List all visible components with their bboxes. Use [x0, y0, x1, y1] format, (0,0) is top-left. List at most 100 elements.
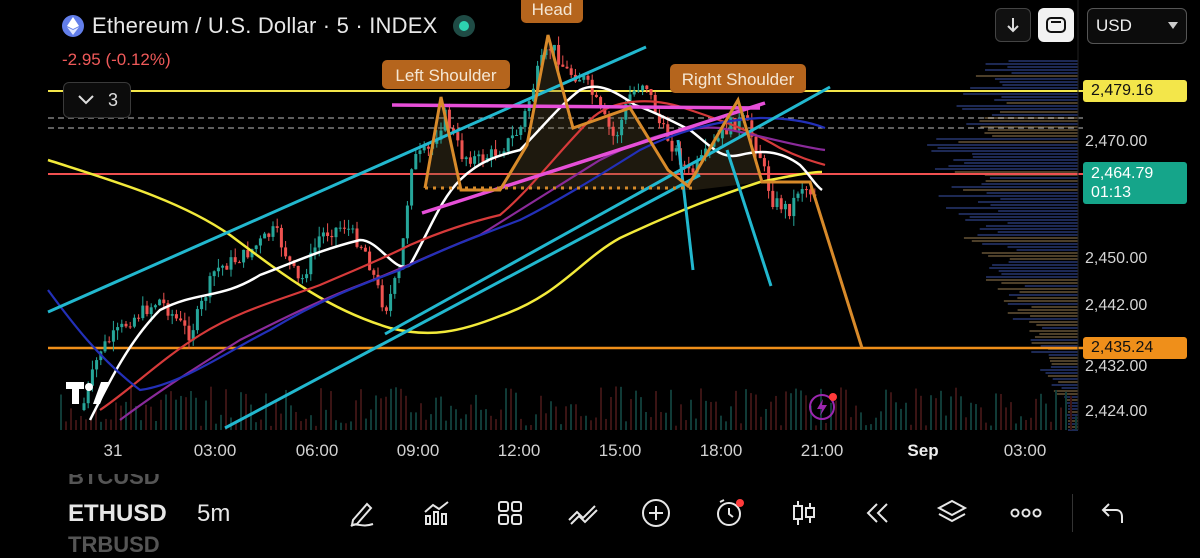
right-shoulder-tag[interactable]: Right Shoulder: [670, 64, 806, 93]
candle-body: [162, 299, 166, 304]
volume-bar: [645, 412, 647, 430]
volume-bar: [260, 419, 262, 430]
volume-profile-row: [1007, 246, 1078, 248]
currency-value: USD: [1096, 16, 1132, 35]
volume-bar: [835, 400, 837, 430]
volume-profile-row: [999, 111, 1078, 113]
bar-countdown: 01:13: [1091, 184, 1132, 201]
volume-profile-row: [927, 144, 1078, 146]
volume-bar: [815, 425, 817, 430]
volume-bar: [295, 411, 297, 430]
volume-bar: [290, 405, 292, 430]
alert-bolt-icon[interactable]: [809, 393, 837, 420]
candle-body: [565, 66, 569, 69]
chart-area[interactable]: Left Shoulder Head Right Shoulder Ethere…: [0, 0, 1200, 470]
volume-bar: [215, 423, 217, 430]
candle-body: [158, 299, 162, 306]
candle-body: [569, 68, 573, 75]
timeframe-button[interactable]: 5m: [197, 500, 230, 528]
candle-body: [523, 111, 527, 127]
svg-text:Right Shoulder: Right Shoulder: [682, 70, 795, 89]
volume-bar: [160, 399, 162, 430]
volume-bar: [745, 389, 747, 430]
volume-bar: [875, 417, 877, 430]
volume-bar: [1030, 417, 1032, 430]
volume-bar: [805, 395, 807, 430]
volume-bar: [1060, 407, 1062, 430]
volume-bar: [1055, 390, 1057, 430]
candle-body: [275, 226, 279, 228]
layouts-icon[interactable]: [492, 495, 528, 531]
drawings-icon[interactable]: [565, 495, 601, 531]
volume-profile-row: [1067, 414, 1078, 416]
volume-bar: [910, 424, 912, 430]
price-chart[interactable]: Left Shoulder Head Right Shoulder: [0, 0, 1200, 470]
volume-bar: [775, 395, 777, 430]
last-price-badge: 2,464.79 01:13: [1083, 162, 1187, 204]
volume-profile-row: [972, 153, 1078, 155]
volume-bar: [1065, 391, 1067, 430]
time-tick: 18:00: [699, 441, 743, 460]
volume-profile-row: [1058, 381, 1078, 383]
volume-profile-row: [1053, 390, 1078, 392]
undo-icon[interactable]: [1095, 495, 1131, 531]
volume-bar: [895, 402, 897, 430]
volume-bar: [75, 420, 77, 430]
add-icon[interactable]: [638, 495, 674, 531]
candle-body: [82, 403, 86, 410]
volume-profile-row: [1068, 411, 1078, 413]
scroll-down-button[interactable]: [995, 8, 1031, 42]
replay-icon[interactable]: [860, 495, 896, 531]
volume-profile-row: [1016, 249, 1078, 251]
volume-profile-row: [979, 120, 1078, 122]
symbol-list-next[interactable]: TRBUSD: [68, 532, 160, 558]
candle-body: [183, 320, 187, 326]
volume-bar: [400, 388, 402, 430]
chevron-down-icon: [1168, 22, 1178, 29]
head-tag[interactable]: Head: [521, 0, 583, 23]
indicators-toggle[interactable]: 3: [63, 82, 131, 118]
symbol-legend[interactable]: Ethereum / U.S. Dollar · 5 · INDEX: [62, 12, 476, 40]
breakdown-line-1[interactable]: [676, 139, 695, 271]
volume-bar: [1075, 416, 1077, 430]
layers-icon[interactable]: [934, 495, 970, 531]
volume-bar: [270, 425, 272, 430]
left-shoulder-tag[interactable]: Left Shoulder: [382, 60, 510, 89]
svg-text:Left Shoulder: Left Shoulder: [395, 66, 496, 85]
volume-bar: [190, 391, 192, 430]
volume-bar: [460, 418, 462, 430]
candle-body: [594, 94, 598, 98]
volume-bar: [760, 416, 762, 430]
candle-body: [137, 317, 141, 319]
volume-bar: [905, 402, 907, 430]
candle-body: [775, 198, 779, 207]
candle-body: [519, 126, 523, 135]
neckline-top[interactable]: [391, 103, 761, 110]
volume-bar: [675, 425, 677, 430]
candle-body: [187, 325, 191, 341]
candles-icon[interactable]: [786, 495, 822, 531]
volume-bar: [210, 386, 212, 430]
symbol-button[interactable]: ETHUSD: [68, 500, 167, 528]
volume-profile-row: [962, 108, 1078, 110]
alert-icon[interactable]: [712, 495, 748, 531]
volume-profile-row: [946, 207, 1078, 209]
more-icon[interactable]: [1008, 495, 1044, 531]
candle-body: [620, 119, 624, 136]
pencil-icon[interactable]: [344, 495, 380, 531]
volume-bar: [140, 420, 142, 430]
channel-lower-line[interactable]: [224, 173, 701, 430]
fullscreen-button[interactable]: [1038, 8, 1074, 42]
volume-bar: [505, 388, 507, 430]
volume-bar: [370, 409, 372, 430]
volume-bar: [990, 425, 992, 430]
volume-profile-row: [1019, 291, 1078, 293]
indicators-icon[interactable]: [418, 495, 454, 531]
volume-bar: [940, 390, 942, 430]
candle-body: [649, 88, 653, 95]
candle-body: [321, 232, 325, 237]
currency-select[interactable]: USD: [1087, 8, 1187, 44]
volume-profile-row: [1029, 330, 1078, 332]
volume-bar: [615, 386, 617, 430]
time-tick: 03:00: [1003, 441, 1047, 460]
